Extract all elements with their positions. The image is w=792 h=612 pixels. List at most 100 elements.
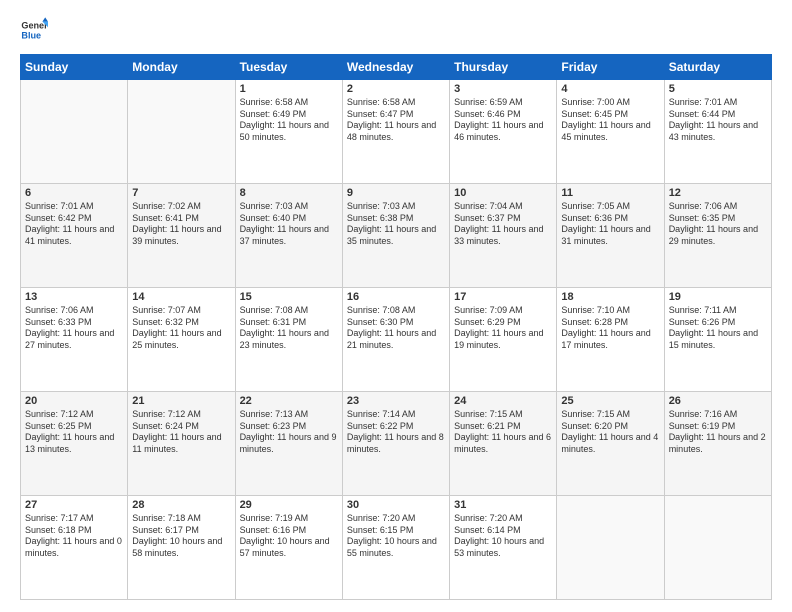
day-number: 4 bbox=[561, 83, 659, 95]
cell-content: Sunrise: 7:02 AM Sunset: 6:41 PM Dayligh… bbox=[132, 201, 230, 248]
day-number: 25 bbox=[561, 395, 659, 407]
week-row-4: 20 Sunrise: 7:12 AM Sunset: 6:25 PM Dayli… bbox=[21, 392, 772, 496]
cell-content: Sunrise: 7:03 AM Sunset: 6:40 PM Dayligh… bbox=[240, 201, 338, 248]
cell-content: Sunrise: 7:06 AM Sunset: 6:33 PM Dayligh… bbox=[25, 305, 123, 352]
svg-text:Blue: Blue bbox=[21, 30, 41, 40]
day-header-tuesday: Tuesday bbox=[235, 55, 342, 80]
cell-content: Sunrise: 7:14 AM Sunset: 6:22 PM Dayligh… bbox=[347, 409, 445, 456]
day-number: 7 bbox=[132, 187, 230, 199]
cell-content: Sunrise: 7:09 AM Sunset: 6:29 PM Dayligh… bbox=[454, 305, 552, 352]
cell-content: Sunrise: 6:58 AM Sunset: 6:49 PM Dayligh… bbox=[240, 97, 338, 144]
cell-content: Sunrise: 7:18 AM Sunset: 6:17 PM Dayligh… bbox=[132, 513, 230, 560]
day-number: 22 bbox=[240, 395, 338, 407]
day-number: 27 bbox=[25, 499, 123, 511]
cell-content: Sunrise: 7:03 AM Sunset: 6:38 PM Dayligh… bbox=[347, 201, 445, 248]
calendar-cell: 10 Sunrise: 7:04 AM Sunset: 6:37 PM Dayli… bbox=[450, 184, 557, 288]
calendar-cell: 26 Sunrise: 7:16 AM Sunset: 6:19 PM Dayli… bbox=[664, 392, 771, 496]
calendar-cell: 13Sunrise: 7:06 AM Sunset: 6:33 PM Dayli… bbox=[21, 288, 128, 392]
cell-content: Sunrise: 7:12 AM Sunset: 6:24 PM Dayligh… bbox=[132, 409, 230, 456]
day-number: 8 bbox=[240, 187, 338, 199]
calendar-cell: 30 Sunrise: 7:20 AM Sunset: 6:15 PM Dayli… bbox=[342, 496, 449, 600]
calendar-cell: 2 Sunrise: 6:58 AM Sunset: 6:47 PM Daylig… bbox=[342, 80, 449, 184]
calendar-cell bbox=[21, 80, 128, 184]
calendar-cell: 24 Sunrise: 7:15 AM Sunset: 6:21 PM Dayli… bbox=[450, 392, 557, 496]
calendar-cell: 6Sunrise: 7:01 AM Sunset: 6:42 PM Daylig… bbox=[21, 184, 128, 288]
calendar-cell: 22 Sunrise: 7:13 AM Sunset: 6:23 PM Dayli… bbox=[235, 392, 342, 496]
day-number: 10 bbox=[454, 187, 552, 199]
cell-content: Sunrise: 7:11 AM Sunset: 6:26 PM Dayligh… bbox=[669, 305, 767, 352]
cell-content: Sunrise: 7:16 AM Sunset: 6:19 PM Dayligh… bbox=[669, 409, 767, 456]
calendar-cell: 17 Sunrise: 7:09 AM Sunset: 6:29 PM Dayli… bbox=[450, 288, 557, 392]
day-number: 14 bbox=[132, 291, 230, 303]
calendar-cell: 21 Sunrise: 7:12 AM Sunset: 6:24 PM Dayli… bbox=[128, 392, 235, 496]
cell-content: Sunrise: 7:20 AM Sunset: 6:14 PM Dayligh… bbox=[454, 513, 552, 560]
week-row-3: 13Sunrise: 7:06 AM Sunset: 6:33 PM Dayli… bbox=[21, 288, 772, 392]
day-number: 5 bbox=[669, 83, 767, 95]
calendar-cell: 20 Sunrise: 7:12 AM Sunset: 6:25 PM Dayli… bbox=[21, 392, 128, 496]
calendar-cell: 19 Sunrise: 7:11 AM Sunset: 6:26 PM Dayli… bbox=[664, 288, 771, 392]
day-number: 12 bbox=[669, 187, 767, 199]
day-number: 19 bbox=[669, 291, 767, 303]
day-header-monday: Monday bbox=[128, 55, 235, 80]
calendar-header-row: SundayMondayTuesdayWednesdayThursdayFrid… bbox=[21, 55, 772, 80]
week-row-1: 1 Sunrise: 6:58 AM Sunset: 6:49 PM Daylig… bbox=[21, 80, 772, 184]
calendar-table: SundayMondayTuesdayWednesdayThursdayFrid… bbox=[20, 54, 772, 600]
calendar-cell: 23Sunrise: 7:14 AM Sunset: 6:22 PM Dayli… bbox=[342, 392, 449, 496]
cell-content: Sunrise: 7:20 AM Sunset: 6:15 PM Dayligh… bbox=[347, 513, 445, 560]
page-header: General Blue bbox=[20, 16, 772, 44]
calendar-cell bbox=[557, 496, 664, 600]
calendar-cell: 8 Sunrise: 7:03 AM Sunset: 6:40 PM Daylig… bbox=[235, 184, 342, 288]
cell-content: Sunrise: 7:13 AM Sunset: 6:23 PM Dayligh… bbox=[240, 409, 338, 456]
calendar-cell: 15Sunrise: 7:08 AM Sunset: 6:31 PM Dayli… bbox=[235, 288, 342, 392]
cell-content: Sunrise: 7:12 AM Sunset: 6:25 PM Dayligh… bbox=[25, 409, 123, 456]
cell-content: Sunrise: 7:19 AM Sunset: 6:16 PM Dayligh… bbox=[240, 513, 338, 560]
cell-content: Sunrise: 7:01 AM Sunset: 6:44 PM Dayligh… bbox=[669, 97, 767, 144]
calendar-cell bbox=[664, 496, 771, 600]
calendar-cell: 5 Sunrise: 7:01 AM Sunset: 6:44 PM Daylig… bbox=[664, 80, 771, 184]
logo: General Blue bbox=[20, 16, 48, 44]
day-number: 18 bbox=[561, 291, 659, 303]
cell-content: Sunrise: 7:01 AM Sunset: 6:42 PM Dayligh… bbox=[25, 201, 123, 248]
day-header-friday: Friday bbox=[557, 55, 664, 80]
calendar-cell: 3 Sunrise: 6:59 AM Sunset: 6:46 PM Daylig… bbox=[450, 80, 557, 184]
day-number: 3 bbox=[454, 83, 552, 95]
day-number: 9 bbox=[347, 187, 445, 199]
cell-content: Sunrise: 7:07 AM Sunset: 6:32 PM Dayligh… bbox=[132, 305, 230, 352]
day-number: 17 bbox=[454, 291, 552, 303]
day-header-saturday: Saturday bbox=[664, 55, 771, 80]
cell-content: Sunrise: 7:15 AM Sunset: 6:21 PM Dayligh… bbox=[454, 409, 552, 456]
day-number: 20 bbox=[25, 395, 123, 407]
day-number: 30 bbox=[347, 499, 445, 511]
week-row-5: 27 Sunrise: 7:17 AM Sunset: 6:18 PM Dayli… bbox=[21, 496, 772, 600]
week-row-2: 6Sunrise: 7:01 AM Sunset: 6:42 PM Daylig… bbox=[21, 184, 772, 288]
cell-content: Sunrise: 7:08 AM Sunset: 6:30 PM Dayligh… bbox=[347, 305, 445, 352]
day-number: 2 bbox=[347, 83, 445, 95]
calendar-cell: 12 Sunrise: 7:06 AM Sunset: 6:35 PM Dayli… bbox=[664, 184, 771, 288]
day-number: 16 bbox=[347, 291, 445, 303]
cell-content: Sunrise: 7:05 AM Sunset: 6:36 PM Dayligh… bbox=[561, 201, 659, 248]
logo-icon: General Blue bbox=[20, 16, 48, 44]
cell-content: Sunrise: 7:15 AM Sunset: 6:20 PM Dayligh… bbox=[561, 409, 659, 456]
cell-content: Sunrise: 7:17 AM Sunset: 6:18 PM Dayligh… bbox=[25, 513, 123, 560]
day-header-wednesday: Wednesday bbox=[342, 55, 449, 80]
day-number: 26 bbox=[669, 395, 767, 407]
calendar-cell: 9 Sunrise: 7:03 AM Sunset: 6:38 PM Daylig… bbox=[342, 184, 449, 288]
day-header-thursday: Thursday bbox=[450, 55, 557, 80]
calendar-cell: 11Sunrise: 7:05 AM Sunset: 6:36 PM Dayli… bbox=[557, 184, 664, 288]
calendar-cell: 18Sunrise: 7:10 AM Sunset: 6:28 PM Dayli… bbox=[557, 288, 664, 392]
cell-content: Sunrise: 6:58 AM Sunset: 6:47 PM Dayligh… bbox=[347, 97, 445, 144]
day-header-sunday: Sunday bbox=[21, 55, 128, 80]
calendar-cell: 7 Sunrise: 7:02 AM Sunset: 6:41 PM Daylig… bbox=[128, 184, 235, 288]
calendar-cell: 27 Sunrise: 7:17 AM Sunset: 6:18 PM Dayli… bbox=[21, 496, 128, 600]
day-number: 1 bbox=[240, 83, 338, 95]
cell-content: Sunrise: 6:59 AM Sunset: 6:46 PM Dayligh… bbox=[454, 97, 552, 144]
day-number: 29 bbox=[240, 499, 338, 511]
calendar-cell: 4Sunrise: 7:00 AM Sunset: 6:45 PM Daylig… bbox=[557, 80, 664, 184]
calendar-cell: 25 Sunrise: 7:15 AM Sunset: 6:20 PM Dayli… bbox=[557, 392, 664, 496]
cell-content: Sunrise: 7:06 AM Sunset: 6:35 PM Dayligh… bbox=[669, 201, 767, 248]
cell-content: Sunrise: 7:08 AM Sunset: 6:31 PM Dayligh… bbox=[240, 305, 338, 352]
cell-content: Sunrise: 7:04 AM Sunset: 6:37 PM Dayligh… bbox=[454, 201, 552, 248]
day-number: 28 bbox=[132, 499, 230, 511]
day-number: 21 bbox=[132, 395, 230, 407]
day-number: 24 bbox=[454, 395, 552, 407]
